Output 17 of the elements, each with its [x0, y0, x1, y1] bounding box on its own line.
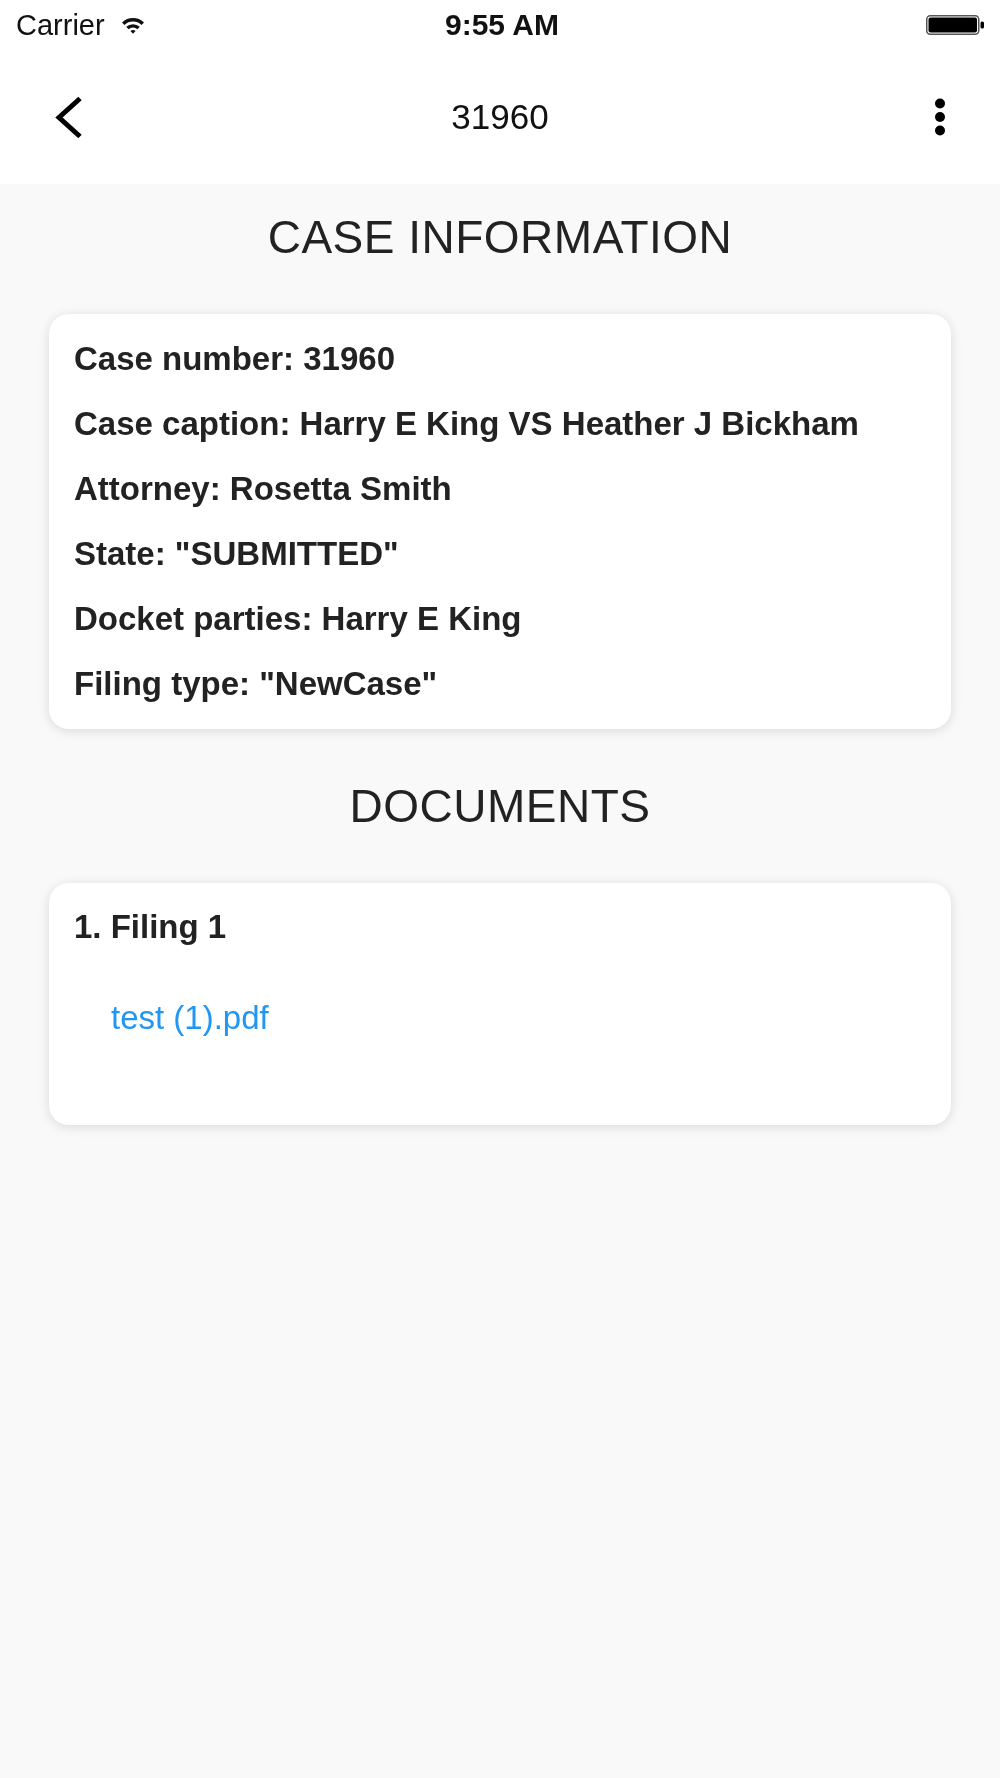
case-detail-text: Filing type: "NewCase"	[74, 664, 439, 704]
carrier-name: Carrier	[16, 8, 105, 42]
case-detail-text: Case number: 31960	[74, 339, 396, 379]
battery-icon	[926, 15, 984, 35]
case-detail-text: Case caption: Harry E King VS Heather J Bickham	[74, 404, 860, 444]
section-heading: CASE INFORMATION	[267, 210, 733, 264]
case-detail-text: Attorney: Rosetta Smith	[74, 469, 453, 509]
status-time: 9:55 AM	[445, 8, 559, 42]
file-link[interactable]: test (1).pdf	[111, 985, 269, 1050]
filing-title: 1. Filing 1	[74, 907, 228, 947]
case-detail-text: State: "SUBMITTED"	[74, 534, 400, 574]
case-detail-text: Docket parties: Harry E King	[74, 599, 523, 639]
vertical-dots-icon	[934, 98, 946, 136]
chevron-left-icon	[54, 95, 83, 139]
section-heading: DOCUMENTS	[349, 779, 651, 833]
wifi-icon	[120, 16, 145, 34]
nav-title: 31960	[451, 96, 549, 138]
